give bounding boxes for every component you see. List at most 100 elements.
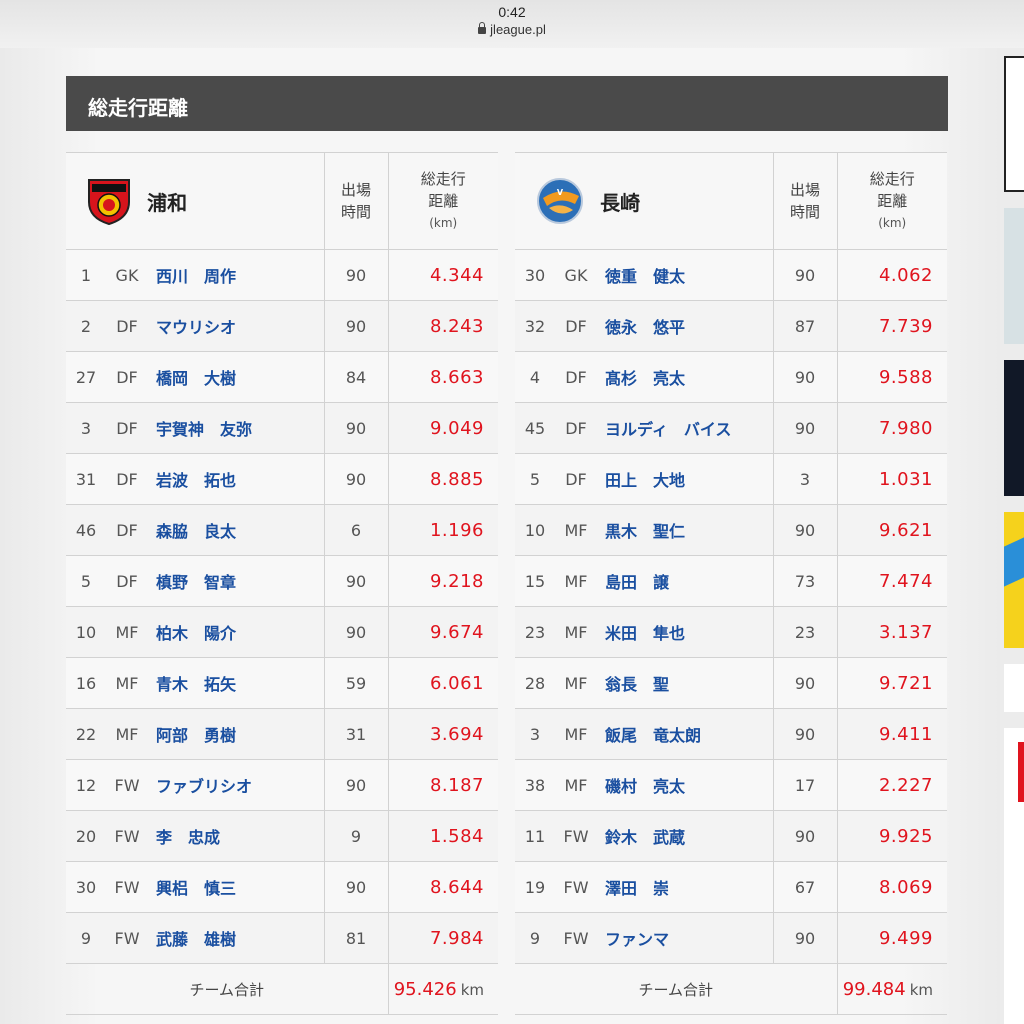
player-name-link[interactable]: 興梠 慎三 [148, 861, 324, 913]
player-name-link[interactable]: ヨルディ バイス [597, 402, 773, 454]
player-distance: 9.588 [837, 351, 947, 403]
player-name-link[interactable]: 青木 拓矢 [148, 657, 324, 709]
player-position: DF [106, 402, 148, 454]
player-name-link[interactable]: 橋岡 大樹 [148, 351, 324, 403]
player-number: 32 [515, 300, 555, 352]
player-number: 4 [515, 351, 555, 403]
player-name-link[interactable]: ファンマ [597, 912, 773, 964]
player-position: FW [555, 861, 597, 913]
distance-unit: (km) [878, 216, 907, 230]
player-number: 15 [515, 555, 555, 607]
player-distance: 4.062 [837, 249, 947, 301]
player-name-link[interactable]: 阿部 勇樹 [148, 708, 324, 760]
sidebar-ad-1[interactable] [1004, 56, 1024, 192]
player-name-link[interactable]: 武藤 雄樹 [148, 912, 324, 964]
player-name-link[interactable]: 森脇 良太 [148, 504, 324, 556]
player-name-link[interactable]: 髙杉 亮太 [597, 351, 773, 403]
player-name-link[interactable]: 宇賀神 友弥 [148, 402, 324, 454]
player-name-link[interactable]: 黒木 聖仁 [597, 504, 773, 556]
player-row: 3 MF 飯尾 竜太朗 90 9.411 [515, 708, 947, 760]
player-distance: 1.031 [837, 453, 947, 505]
player-name-link[interactable]: 澤田 崇 [597, 861, 773, 913]
minutes-header-line1: 出場 [789, 181, 820, 199]
player-name-link[interactable]: 柏木 陽介 [148, 606, 324, 658]
player-row: 27 DF 橋岡 大樹 84 8.663 [66, 351, 498, 403]
player-position: FW [555, 810, 597, 862]
player-name-link[interactable]: 李 忠成 [148, 810, 324, 862]
player-position: FW [555, 912, 597, 964]
player-rows: 1 GK 西川 周作 90 4.344 2 DF マウリシオ 90 8.243 27 DF 橋岡 大樹 8… [66, 249, 498, 964]
sidebar-ad-3[interactable] [1004, 360, 1024, 496]
player-minutes: 90 [323, 249, 389, 301]
player-distance: 8.885 [388, 453, 498, 505]
player-name-link[interactable]: 島田 譲 [597, 555, 773, 607]
team-total-row: チーム合計 99.484 km [515, 963, 947, 1015]
player-name-link[interactable]: 西川 周作 [148, 249, 324, 301]
distance-header-line1: 総走行 [869, 170, 915, 188]
player-minutes: 9 [323, 810, 389, 862]
player-name-link[interactable]: 鈴木 武蔵 [597, 810, 773, 862]
player-name-link[interactable]: 田上 大地 [597, 453, 773, 505]
player-name-link[interactable]: 徳重 健太 [597, 249, 773, 301]
player-name-link[interactable]: 磯村 亮太 [597, 759, 773, 811]
player-number: 28 [515, 657, 555, 709]
sidebar-ad-4[interactable] [1004, 512, 1024, 648]
minutes-header-line2: 時間 [789, 203, 820, 221]
player-row: 46 DF 森脇 良太 6 1.196 [66, 504, 498, 556]
player-distance: 6.061 [388, 657, 498, 709]
player-distance: 8.187 [388, 759, 498, 811]
player-minutes: 90 [323, 606, 389, 658]
player-row: 15 MF 島田 譲 73 7.474 [515, 555, 947, 607]
player-name-link[interactable]: 槙野 智章 [148, 555, 324, 607]
player-position: GK [106, 249, 148, 301]
team-total-unit: km [909, 980, 933, 999]
player-number: 20 [66, 810, 106, 862]
player-number: 9 [515, 912, 555, 964]
player-position: DF [106, 453, 148, 505]
player-number: 5 [66, 555, 106, 607]
svg-text:V: V [557, 188, 564, 197]
player-row: 20 FW 李 忠成 9 1.584 [66, 810, 498, 862]
player-number: 1 [66, 249, 106, 301]
team-total-number: 95.426 [393, 978, 457, 1000]
player-name-link[interactable]: マウリシオ [148, 300, 324, 352]
player-row: 22 MF 阿部 勇樹 31 3.694 [66, 708, 498, 760]
player-distance: 7.984 [388, 912, 498, 964]
player-row: 30 FW 興梠 慎三 90 8.644 [66, 861, 498, 913]
sidebar-ad-5[interactable] [1004, 664, 1024, 712]
player-position: MF [555, 759, 597, 811]
distance-header-line2: 距離 [428, 192, 459, 210]
player-distance: 9.499 [837, 912, 947, 964]
player-minutes: 3 [772, 453, 838, 505]
team-header: V 長崎 [515, 152, 773, 250]
player-number: 11 [515, 810, 555, 862]
player-name-link[interactable]: 米田 隼也 [597, 606, 773, 658]
player-row: 19 FW 澤田 崇 67 8.069 [515, 861, 947, 913]
sidebar-ad-6[interactable] [1004, 728, 1024, 1024]
player-name-link[interactable]: 岩波 拓也 [148, 453, 324, 505]
player-name-link[interactable]: 飯尾 竜太朗 [597, 708, 773, 760]
player-position: DF [106, 351, 148, 403]
player-distance: 9.721 [837, 657, 947, 709]
player-row: 10 MF 黒木 聖仁 90 9.621 [515, 504, 947, 556]
player-name-link[interactable]: ファブリシオ [148, 759, 324, 811]
player-minutes: 6 [323, 504, 389, 556]
player-rows: 30 GK 徳重 健太 90 4.062 32 DF 徳永 悠平 87 7.739 4 DF 髙杉 亮太… [515, 249, 947, 964]
player-name-link[interactable]: 徳永 悠平 [597, 300, 773, 352]
v-varen-nagasaki-crest-icon: V [537, 178, 583, 224]
player-position: DF [555, 453, 597, 505]
player-distance: 9.049 [388, 402, 498, 454]
player-distance: 9.925 [837, 810, 947, 862]
address-bar[interactable]: jleague.pl [0, 22, 1024, 37]
player-minutes: 90 [772, 708, 838, 760]
player-distance: 9.218 [388, 555, 498, 607]
player-number: 22 [66, 708, 106, 760]
player-position: FW [106, 861, 148, 913]
player-distance: 7.980 [837, 402, 947, 454]
player-distance: 9.621 [837, 504, 947, 556]
sidebar-ad-2[interactable] [1004, 208, 1024, 344]
player-row: 5 DF 槙野 智章 90 9.218 [66, 555, 498, 607]
player-minutes: 90 [323, 555, 389, 607]
player-position: MF [555, 708, 597, 760]
player-name-link[interactable]: 翁長 聖 [597, 657, 773, 709]
